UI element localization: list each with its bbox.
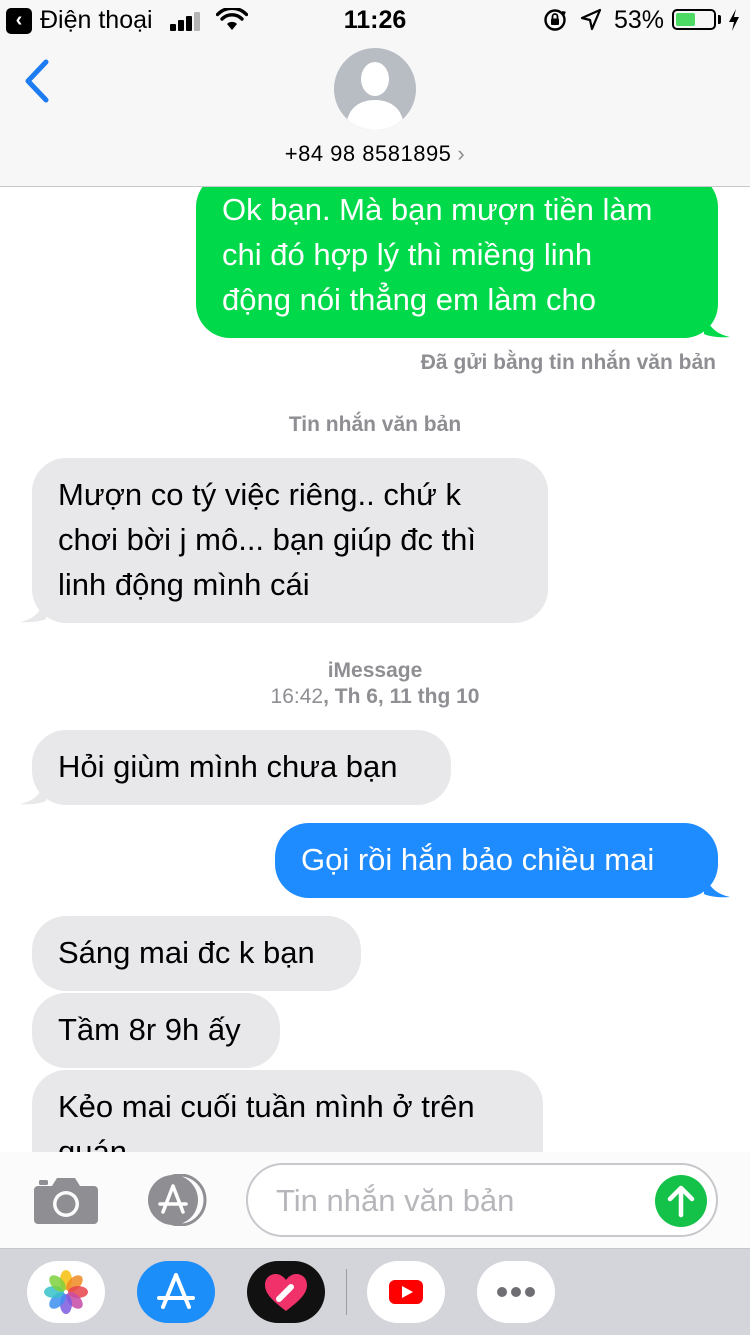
charging-bolt-icon — [729, 9, 739, 31]
battery-icon — [672, 9, 716, 30]
message-line: quán — [58, 1134, 127, 1152]
message-bubble-incoming[interactable]: Kẻo mai cuối tuần mình ở trên quán — [32, 1070, 543, 1152]
message-bubble-incoming[interactable]: Mượn co tý việc riêng.. chứ k chơi bời j… — [20, 458, 548, 623]
status-bar: ‹ Điện thoại 11:26 53% — [0, 0, 750, 40]
message-bubble-outgoing[interactable]: Gọi rồi hắn bảo chiều mai — [275, 823, 730, 898]
message-line: Ok bạn. Mà bạn mượn tiền làm — [222, 192, 653, 227]
app-store-app-button[interactable] — [137, 1261, 215, 1323]
message-line: Gọi rồi hắn bảo chiều mai — [301, 842, 655, 877]
message-thread[interactable]: Ok bạn. Mà bạn mượn tiền làm chi đó hợp … — [0, 187, 750, 1152]
service-label-imessage: iMessage — [327, 659, 423, 682]
conversation-header: +84 98 8581895 › — [0, 40, 750, 187]
drawer-divider — [346, 1269, 347, 1315]
message-line: Tầm 8r 9h ấy — [58, 1012, 241, 1047]
compose-bar — [0, 1152, 750, 1248]
app-store-icon[interactable] — [140, 1174, 212, 1226]
send-button[interactable] — [655, 1175, 707, 1227]
battery-level-fill — [676, 13, 695, 26]
youtube-icon — [389, 1280, 423, 1304]
message-bubble-incoming[interactable]: Tầm 8r 9h ấy — [32, 993, 280, 1068]
arrow-up-icon — [667, 1185, 695, 1218]
service-label-sms: Tin nhắn văn bản — [288, 413, 462, 436]
digital-touch-app-button[interactable] — [247, 1261, 325, 1323]
message-line: Sáng mai đc k bạn — [58, 935, 315, 970]
message-line: linh động mình cái — [58, 567, 310, 602]
message-line: động nói thẳng em làm cho — [222, 282, 596, 317]
battery-tip — [718, 15, 721, 24]
battery-percentage: 53% — [614, 6, 665, 34]
message-timestamp: 16:42, Th 6, 11 thg 10 — [0, 685, 750, 709]
contact-name-button[interactable]: +84 98 8581895 › — [0, 141, 750, 167]
person-silhouette-icon — [346, 62, 404, 130]
photos-app-button[interactable] — [27, 1261, 105, 1323]
contact-avatar[interactable] — [334, 48, 416, 130]
photos-app-icon — [44, 1270, 88, 1314]
more-apps-button[interactable] — [477, 1261, 555, 1323]
bubble-tail — [20, 775, 46, 805]
chevron-right-icon: › — [457, 141, 466, 166]
youtube-app-button[interactable] — [367, 1261, 445, 1323]
sent-as-text-note: Đã gửi bằng tin nhắn văn bản — [420, 351, 716, 374]
back-chevron-icon[interactable] — [22, 58, 52, 104]
app-store-icon — [157, 1273, 195, 1309]
more-apps-icon — [497, 1287, 535, 1297]
message-bubble-outgoing[interactable]: Ok bạn. Mà bạn mượn tiền làm chi đó hợp … — [196, 187, 730, 338]
message-field[interactable] — [246, 1163, 718, 1237]
bubble-tail — [704, 308, 730, 338]
message-input[interactable] — [274, 1179, 648, 1223]
digital-touch-icon — [265, 1274, 307, 1311]
timestamp-time: 16:42 — [270, 685, 324, 708]
contact-number: +84 98 8581895 — [284, 141, 452, 166]
message-bubble-incoming[interactable]: Hỏi giùm mình chưa bạn — [20, 730, 451, 805]
message-bubble-incoming[interactable]: Sáng mai đc k bạn — [32, 916, 361, 991]
orientation-lock-icon — [544, 9, 566, 31]
location-services-icon — [580, 8, 602, 31]
timestamp-date: , Th 6, 11 thg 10 — [323, 685, 480, 708]
bubble-tail — [20, 593, 46, 623]
camera-icon[interactable] — [32, 1174, 100, 1226]
bubble-tail — [704, 868, 730, 898]
app-drawer — [0, 1248, 750, 1335]
message-line: Kẻo mai cuối tuần mình ở trên — [58, 1089, 475, 1124]
message-line: Mượn co tý việc riêng.. chứ k — [58, 477, 461, 512]
message-line: chơi bời j mô... bạn giúp đc thì — [58, 522, 477, 557]
message-line: Hỏi giùm mình chưa bạn — [58, 749, 398, 784]
message-line: chi đó hợp lý thì miềng linh — [222, 237, 593, 272]
